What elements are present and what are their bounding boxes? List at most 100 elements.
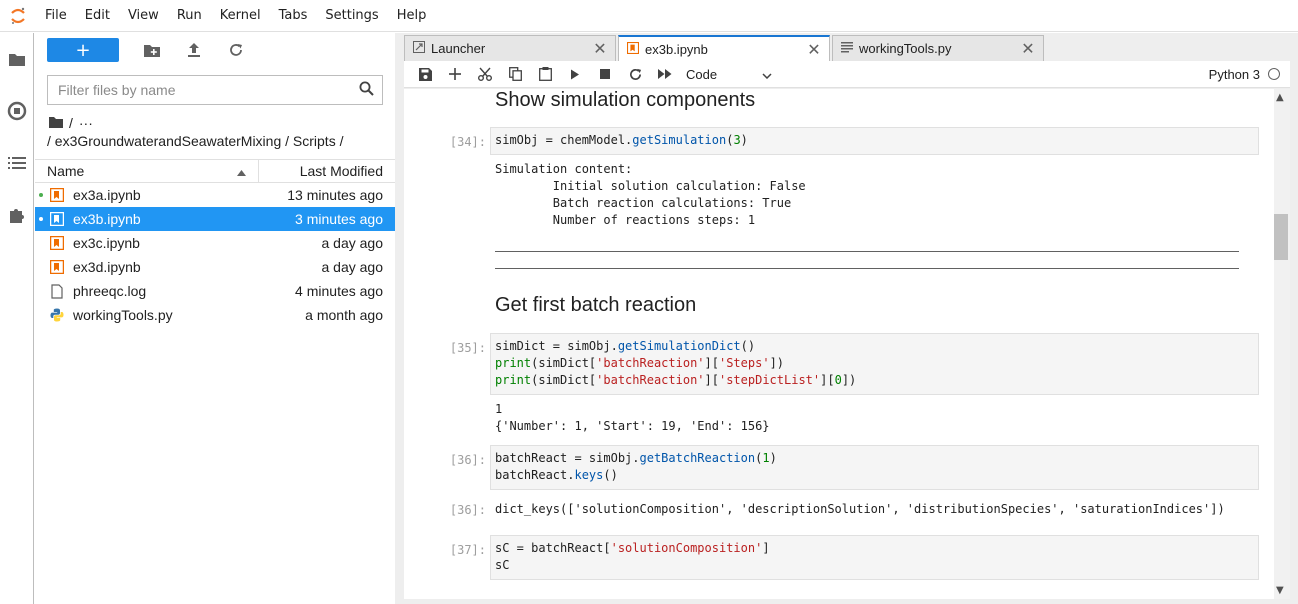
notebook-icon [49, 187, 65, 203]
running-icon[interactable] [0, 85, 34, 137]
run-icon[interactable] [560, 62, 590, 86]
column-name[interactable]: Name [35, 160, 259, 182]
code-cell-35[interactable]: simDict = simObj.getSimulationDict() pri… [490, 333, 1259, 395]
add-cell-icon[interactable] [440, 62, 470, 86]
filter-box [47, 75, 383, 105]
paste-icon[interactable] [530, 62, 560, 86]
filter-input[interactable] [58, 82, 348, 98]
restart-icon[interactable] [620, 62, 650, 86]
file-name: ex3b.ipynb [73, 211, 141, 227]
cell-type-select[interactable]: Code [686, 67, 772, 82]
file-name: workingTools.py [73, 307, 173, 323]
code-cell-36[interactable]: batchReact = simObj.getBatchReaction(1) … [490, 445, 1259, 490]
copy-icon[interactable] [500, 62, 530, 86]
file-row-ex3c[interactable]: ex3c.ipynb a day ago [35, 231, 395, 255]
file-modified: a day ago [321, 235, 384, 251]
tab-ex3b[interactable]: ex3b.ipynb ✕ [618, 35, 830, 62]
fast-forward-icon[interactable] [650, 62, 680, 86]
notebook-panel: Show simulation components [34]: simObj … [404, 89, 1274, 599]
tab-label: ex3b.ipynb [645, 42, 708, 57]
toc-icon[interactable] [0, 137, 34, 189]
file-modified: 13 minutes ago [287, 187, 383, 203]
markdown-heading: Show simulation components [495, 89, 756, 111]
kernel-name: Python 3 [1208, 66, 1260, 82]
file-name: ex3c.ipynb [73, 235, 140, 251]
extension-icon[interactable] [0, 189, 34, 241]
folder-icon[interactable] [0, 33, 34, 85]
menu-run[interactable]: Run [168, 0, 211, 32]
file-row-phreeqc-log[interactable]: phreeqc.log 4 minutes ago [35, 279, 395, 303]
menu-kernel[interactable]: Kernel [211, 0, 270, 32]
breadcrumb-top: / ··· [49, 115, 395, 131]
output-34: Simulation content: Initial solution cal… [495, 162, 806, 227]
cut-icon[interactable] [470, 62, 500, 86]
input-prompt: [36]: [449, 453, 486, 467]
sort-caret-icon [237, 163, 246, 179]
file-browser: + / ··· / ex3GroundwaterandSeawaterMixin… [35, 33, 395, 604]
output-35: 1 {'Number': 1, 'Start': 19, 'End': 156} [495, 402, 770, 433]
text-file-icon [841, 41, 853, 56]
file-row-ex3b[interactable]: ex3b.ipynb 3 minutes ago [35, 207, 395, 231]
file-modified: a day ago [321, 259, 384, 275]
close-icon[interactable]: ✕ [593, 39, 607, 59]
menu-file[interactable]: File [36, 0, 76, 32]
save-icon[interactable] [410, 62, 440, 86]
refresh-icon[interactable] [215, 38, 257, 62]
menu-tabs[interactable]: Tabs [270, 0, 317, 32]
scroll-down-icon[interactable]: ▼ [1276, 585, 1284, 596]
notebook-scrollbar[interactable] [1274, 89, 1290, 599]
column-name-label: Name [47, 163, 85, 179]
file-icon [49, 283, 65, 299]
tab-label: workingTools.py [859, 41, 952, 56]
running-indicator [39, 193, 43, 197]
notebook-icon [49, 211, 65, 227]
file-list: ex3a.ipynb 13 minutes ago ex3b.ipynb 3 m… [35, 183, 395, 327]
code-cell-37[interactable]: sC = batchReact['solutionComposition'] s… [490, 535, 1259, 580]
menu-help[interactable]: Help [388, 0, 436, 32]
notebook-toolbar: Code Python 3 [404, 61, 1290, 88]
file-name: ex3a.ipynb [73, 187, 141, 203]
kernel-status[interactable]: Python 3 [1209, 67, 1280, 82]
notebook-icon [626, 41, 640, 57]
menu-edit[interactable]: Edit [76, 0, 119, 32]
menu-settings[interactable]: Settings [316, 0, 387, 32]
notebook-icon [49, 235, 65, 251]
file-row-ex3d[interactable]: ex3d.ipynb a day ago [35, 255, 395, 279]
file-name: phreeqc.log [73, 283, 147, 299]
notebook-icon [49, 259, 65, 275]
folder-home-icon[interactable] [49, 115, 63, 131]
output-prompt: [36]: [449, 503, 486, 517]
menu-view[interactable]: View [119, 0, 168, 32]
menu-bar: File Edit View Run Kernel Tabs Settings … [0, 0, 1298, 32]
file-row-workingtools[interactable]: workingTools.py a month ago [35, 303, 395, 327]
cell-type-value: Code [686, 66, 718, 82]
code-cell-34[interactable]: simObj = chemModel.getSimulation(3) [490, 127, 1259, 155]
file-modified: 3 minutes ago [295, 211, 383, 227]
file-modified: a month ago [305, 307, 383, 323]
search-icon[interactable] [359, 81, 374, 100]
stop-icon[interactable] [590, 62, 620, 86]
tab-workingtools[interactable]: workingTools.py ✕ [832, 35, 1044, 61]
file-list-header: Name Last Modified [35, 159, 395, 183]
close-icon[interactable]: ✕ [807, 40, 821, 60]
running-indicator [39, 217, 43, 221]
new-folder-icon[interactable] [131, 38, 173, 62]
divider-2 [495, 268, 1239, 269]
tab-launcher[interactable]: Launcher ✕ [404, 35, 616, 61]
chevron-down-icon [762, 67, 772, 82]
file-name: ex3d.ipynb [73, 259, 141, 275]
input-prompt: [35]: [449, 341, 486, 355]
upload-icon[interactable] [173, 38, 215, 62]
kernel-idle-icon [1268, 68, 1280, 80]
jupyter-logo-icon [0, 0, 36, 32]
new-launcher-button[interactable]: + [47, 38, 119, 62]
scroll-up-icon[interactable]: ▲ [1276, 92, 1284, 103]
file-row-ex3a[interactable]: ex3a.ipynb 13 minutes ago [35, 183, 395, 207]
column-last-modified[interactable]: Last Modified [259, 160, 395, 182]
breadcrumb-ellipsis[interactable]: ··· [79, 115, 93, 131]
breadcrumb-path[interactable]: / ex3GroundwaterandSeawaterMixing / Scri… [47, 133, 395, 151]
scrollbar-thumb[interactable] [1274, 214, 1288, 260]
close-icon[interactable]: ✕ [1021, 39, 1035, 59]
input-prompt: [37]: [449, 543, 486, 557]
breadcrumb-root[interactable]: / [69, 115, 73, 131]
